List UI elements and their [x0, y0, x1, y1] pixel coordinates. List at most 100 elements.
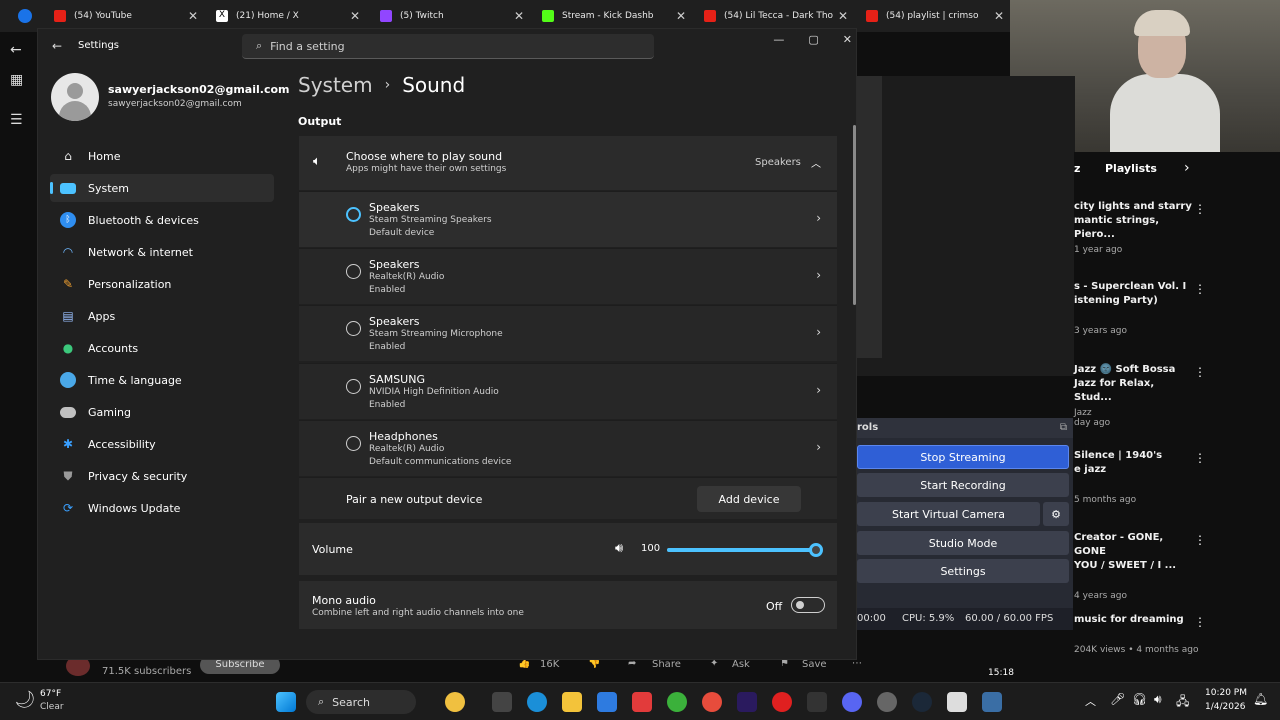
playlist-item[interactable]: city lights and starry mantic strings, P…: [1074, 200, 1280, 255]
sidebar-item-time-language[interactable]: Time & language: [50, 366, 274, 394]
microphone-icon[interactable]: 🎤︎: [1110, 692, 1125, 706]
playlist-item[interactable]: Silence | 1940's e jazz 5 months ago ⋮: [1074, 449, 1280, 505]
chevron-right-icon[interactable]: ›: [816, 383, 821, 397]
discord-icon[interactable]: [842, 692, 862, 712]
playlist-item[interactable]: Creator - GONE, GONE YOU / SWEET / I ...…: [1074, 531, 1280, 601]
close-icon[interactable]: ✕: [350, 9, 360, 23]
chevron-right-icon[interactable]: ›: [1184, 160, 1190, 176]
playlist-item[interactable]: s - Superclean Vol. I istening Party) 3 …: [1074, 280, 1280, 336]
app-icon[interactable]: [947, 692, 967, 712]
close-icon[interactable]: ✕: [994, 9, 1004, 23]
menu-icon[interactable]: ☰: [10, 112, 23, 128]
studio-mode-button[interactable]: Studio Mode: [857, 531, 1069, 555]
close-icon[interactable]: ✕: [514, 9, 524, 23]
sidebar-item-system[interactable]: System: [50, 174, 274, 202]
radio-button[interactable]: [346, 321, 361, 336]
breadcrumb-system[interactable]: System: [298, 73, 373, 97]
sidebar-item-apps[interactable]: ▤ Apps: [50, 302, 274, 330]
browser-logo-icon[interactable]: [18, 9, 32, 23]
volume-icon[interactable]: 🔊︎: [1154, 692, 1162, 707]
output-device-row[interactable]: Speakers Steam Streaming Microphone Enab…: [299, 305, 837, 361]
share-button[interactable]: Share: [652, 659, 681, 670]
chevron-right-icon[interactable]: ›: [816, 211, 821, 225]
chevron-right-icon[interactable]: ›: [816, 268, 821, 282]
sidebar-item-accessibility[interactable]: ✱ Accessibility: [50, 430, 274, 458]
sidebar-item-home[interactable]: ⌂ Home: [50, 142, 274, 170]
playlist-item[interactable]: Jazz 🌚 Soft Bossa Jazz for Relax, Stud..…: [1074, 363, 1280, 428]
file-explorer-icon[interactable]: [562, 692, 582, 712]
xbox-icon[interactable]: [667, 692, 687, 712]
obs-icon[interactable]: [877, 692, 897, 712]
network-icon[interactable]: 🖧︎: [1176, 692, 1189, 713]
tab-playlist[interactable]: (54) playlist | crimso ✕: [860, 4, 1010, 28]
widget-icon[interactable]: [445, 692, 465, 712]
sidebar-item-bluetooth[interactable]: ᛒ Bluetooth & devices: [50, 206, 274, 234]
sidebar-item-gaming[interactable]: Gaming: [50, 398, 274, 426]
minimize-icon[interactable]: —: [773, 33, 784, 46]
sidebar-item-windows-update[interactable]: ⟳ Windows Update: [50, 494, 274, 522]
more-icon[interactable]: ⋮: [1194, 533, 1206, 547]
output-device-row[interactable]: SAMSUNG NVIDIA High Definition Audio Ena…: [299, 363, 837, 419]
weather-icon[interactable]: 🌙︎: [14, 690, 36, 710]
radio-button[interactable]: [346, 264, 361, 279]
more-icon[interactable]: ⋮: [1194, 282, 1206, 296]
gear-icon[interactable]: ⚙: [1043, 502, 1069, 526]
obs-settings-button[interactable]: Settings: [857, 559, 1069, 583]
close-icon[interactable]: ✕: [676, 9, 686, 23]
chevron-right-icon[interactable]: ›: [816, 325, 821, 339]
save-button[interactable]: Save: [802, 659, 827, 670]
close-icon[interactable]: ✕: [188, 9, 198, 23]
maximize-icon[interactable]: ▢: [808, 33, 818, 46]
radio-button[interactable]: [346, 379, 361, 394]
sidebar-item-privacy[interactable]: ⛊ Privacy & security: [50, 462, 274, 490]
tab-youtube[interactable]: (54) YouTube ✕: [48, 4, 204, 28]
steam-icon[interactable]: [912, 692, 932, 712]
settings-icon[interactable]: [982, 692, 1002, 712]
notification-icon[interactable]: 🔔︎: [1253, 692, 1268, 706]
speaker-icon[interactable]: 🔊︎: [615, 541, 623, 556]
store-icon[interactable]: [597, 692, 617, 712]
sidebar-item-personalization[interactable]: ✎ Personalization: [50, 270, 274, 298]
sidebar-item-accounts[interactable]: ● Accounts: [50, 334, 274, 362]
radio-button[interactable]: [346, 207, 361, 222]
search-input[interactable]: ⌕ Find a setting: [242, 34, 654, 59]
mono-audio-toggle[interactable]: [791, 597, 825, 613]
chevron-up-icon[interactable]: ︿: [811, 155, 821, 170]
volume-slider-thumb[interactable]: [809, 543, 823, 557]
tab-x[interactable]: X (21) Home / X ✕: [210, 4, 366, 28]
volume-slider-track[interactable]: [667, 548, 817, 552]
more-icon[interactable]: ⋮: [1194, 202, 1206, 216]
app-icon[interactable]: [772, 692, 792, 712]
close-icon[interactable]: ✕: [843, 33, 852, 46]
radio-button[interactable]: [346, 436, 361, 451]
chevron-right-icon[interactable]: ›: [816, 440, 821, 454]
sidebar-item-network[interactable]: ◠ Network & internet: [50, 238, 274, 266]
stop-streaming-button[interactable]: Stop Streaming: [857, 445, 1069, 469]
lunar-client-icon[interactable]: [632, 692, 652, 712]
scrollbar[interactable]: [853, 125, 856, 305]
taskbar-search[interactable]: ⌕ Search: [306, 690, 416, 714]
back-arrow-icon[interactable]: ←: [52, 39, 62, 53]
edge-icon[interactable]: [527, 692, 547, 712]
more-icon[interactable]: ⋮: [1194, 615, 1206, 629]
tab-kick[interactable]: Stream - Kick Dashb ✕: [536, 4, 692, 28]
tab-playlists[interactable]: Playlists: [1105, 162, 1157, 175]
chrome-icon[interactable]: [702, 692, 722, 712]
output-device-row[interactable]: Speakers Realtek(R) Audio Enabled ›: [299, 248, 837, 304]
start-icon[interactable]: [276, 692, 296, 712]
more-icon[interactable]: ⋮: [1194, 451, 1206, 465]
start-recording-button[interactable]: Start Recording: [857, 473, 1069, 497]
undock-icon[interactable]: ⧉: [1060, 422, 1067, 433]
output-device-row[interactable]: Speakers Steam Streaming Speakers Defaul…: [299, 191, 837, 247]
output-device-row[interactable]: Headphones Realtek(R) Audio Default comm…: [299, 420, 837, 476]
start-virtual-camera-button[interactable]: Start Virtual Camera: [857, 502, 1040, 526]
back-arrow-icon[interactable]: ←: [10, 42, 22, 58]
choose-output-row[interactable]: 🔈︎ Choose where to play sound Apps might…: [299, 136, 837, 190]
close-icon[interactable]: ✕: [838, 9, 848, 23]
ask-button[interactable]: Ask: [732, 659, 750, 670]
tab-lil-tecca[interactable]: (54) Lil Tecca - Dark Tho ✕: [698, 4, 854, 28]
tab-twitch[interactable]: (5) Twitch ✕: [374, 4, 530, 28]
epic-games-icon[interactable]: [807, 692, 827, 712]
headset-icon[interactable]: 🎧︎: [1132, 692, 1147, 706]
chevron-up-icon[interactable]: ︿: [1085, 693, 1096, 709]
